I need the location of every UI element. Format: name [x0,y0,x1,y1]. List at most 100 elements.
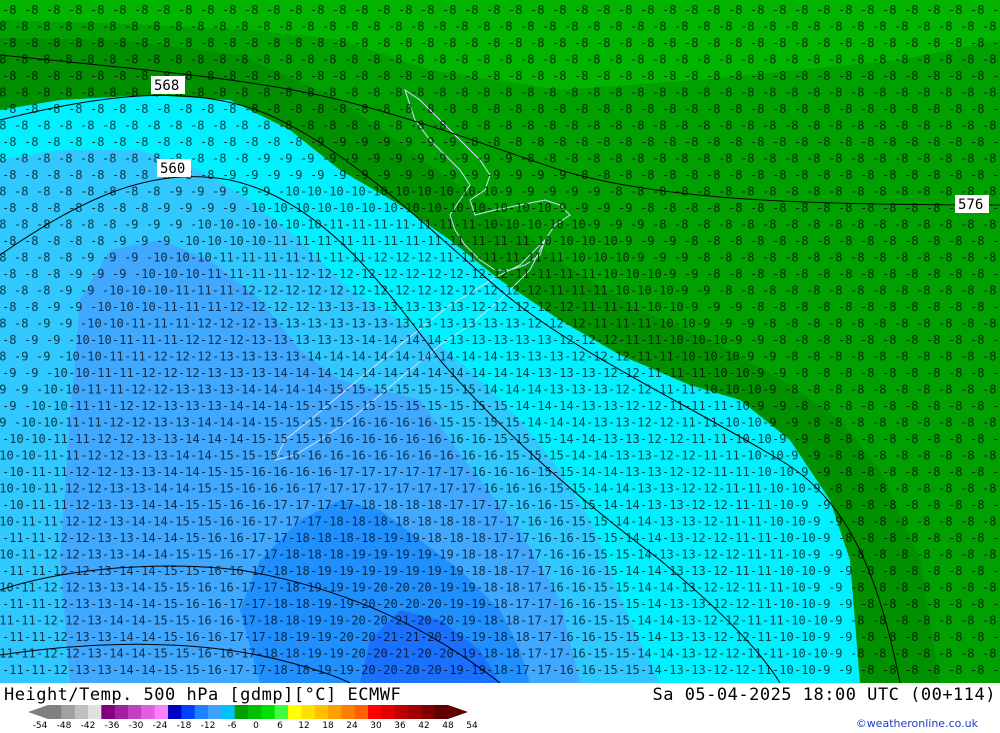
temp-value: -9 [36,317,50,331]
colorbar-labels: -54 -48 -42 -36 -30 -24 -18 -12 -6 0 6 12 18 24 30 36 42… [28,721,478,733]
temp-value: -11 [112,366,134,380]
temp-value: -9 [256,152,270,166]
temp-value: -8 [926,267,940,281]
temp-value: -17 [398,465,420,479]
temp-value: -8 [376,36,390,50]
temp-value: -8 [982,53,996,67]
temp-value: -13 [674,548,696,562]
temp-value: -8 [90,3,104,17]
temp-value: -8 [718,284,732,298]
temp-value: -8 [552,102,566,116]
temp-value: -8 [982,152,996,166]
temp-value: -11 [124,350,146,364]
temp-value: -8 [190,119,204,133]
temp-value: -13 [146,416,168,430]
temp-value: -8 [816,234,830,248]
temp-value: -8 [872,119,886,133]
temp-value: -8 [960,548,974,562]
temp-value: -8 [398,102,412,116]
temp-value: -11 [750,630,772,644]
temp-value: -9 [398,135,412,149]
temp-value: -8 [530,69,544,83]
temp-value: -14 [586,449,608,463]
colorbar-arrow-left [28,705,48,719]
temp-value: -13 [322,317,344,331]
temp-value: -13 [618,432,640,446]
temp-value: -11 [618,333,640,347]
temp-value: -8 [46,135,60,149]
credit-link[interactable]: ©weatheronline.co.uk [856,717,978,730]
temp-value: -14 [520,416,542,430]
temp-value: -8 [442,69,456,83]
temp-value: -9 [828,614,842,628]
temp-value: -12 [608,383,630,397]
temp-value: -19 [464,630,486,644]
temp-value: -14 [420,333,442,347]
temp-value: -18 [454,548,476,562]
temp-value: -8 [200,168,214,182]
temp-value: -8 [68,168,82,182]
temp-value: -15 [288,432,310,446]
temp-value: -12 [288,267,310,281]
temp-value: -9 [90,267,104,281]
temp-value: -9 [212,185,226,199]
temp-value: -13 [652,548,674,562]
temp-value: -8 [80,86,94,100]
temp-value: -12 [652,416,674,430]
temp-value: -19 [300,581,322,595]
temp-value: -16 [574,564,596,578]
temp-value: -8 [2,3,16,17]
temp-value: -8 [872,185,886,199]
temp-value: -8 [982,86,996,100]
temp-value: -10 [14,416,36,430]
temp-value: -13 [90,531,112,545]
temp-value: -17 [486,498,508,512]
temp-value: -8 [24,168,38,182]
temp-value: -10 [0,449,14,463]
temp-value: -8 [992,630,1000,644]
temp-value: -10 [772,465,794,479]
temp-value: -11 [674,383,696,397]
temp-value: -8 [904,333,918,347]
temp-value: -8 [674,152,688,166]
temp-value: -17 [222,597,244,611]
temp-value: -14 [630,581,652,595]
temp-value: -19 [376,564,398,578]
temp-value: -10 [80,317,102,331]
temp-value: -17 [222,630,244,644]
temp-value: -9 [256,185,270,199]
temp-value: -8 [498,86,512,100]
temp-value: -8 [200,102,214,116]
temp-value: -12 [190,350,212,364]
temp-value: -8 [740,152,754,166]
temp-value: -9 [234,185,248,199]
temp-value: -10 [530,201,552,215]
temp-value: -8 [828,482,842,496]
temp-value: -8 [838,168,852,182]
temp-value: -12 [80,449,102,463]
temp-value: -12 [696,581,718,595]
temp-value: -8 [948,267,962,281]
temp-value: -8 [938,614,952,628]
temp-value: -8 [992,531,1000,545]
temp-value: -8 [14,20,28,34]
temp-value: -8 [938,119,952,133]
weather-map: -8 -8 -8 -8 -8 -8 -8 -8 -8 -8 -8 -8 -8 -8 -8 -8 -8 -8 -8 -8… [0,0,1000,683]
temp-value: -9 [46,333,60,347]
temp-value: -12 [168,350,190,364]
temp-value: -13 [442,300,464,314]
temp-value: -17 [508,663,530,677]
temp-value: -12 [354,267,376,281]
temp-value: -8 [2,69,16,83]
temp-value: -14 [442,366,464,380]
temp-value: -9 [586,218,600,232]
temp-value: -16 [234,482,256,496]
temp-value: -12 [332,267,354,281]
temp-value: -10 [134,300,156,314]
temp-value: -8 [68,135,82,149]
temp-value: -8 [838,366,852,380]
temp-value: -16 [420,432,442,446]
temp-value: -14 [156,531,178,545]
temp-value: -8 [750,69,764,83]
temp-value: -8 [960,317,974,331]
